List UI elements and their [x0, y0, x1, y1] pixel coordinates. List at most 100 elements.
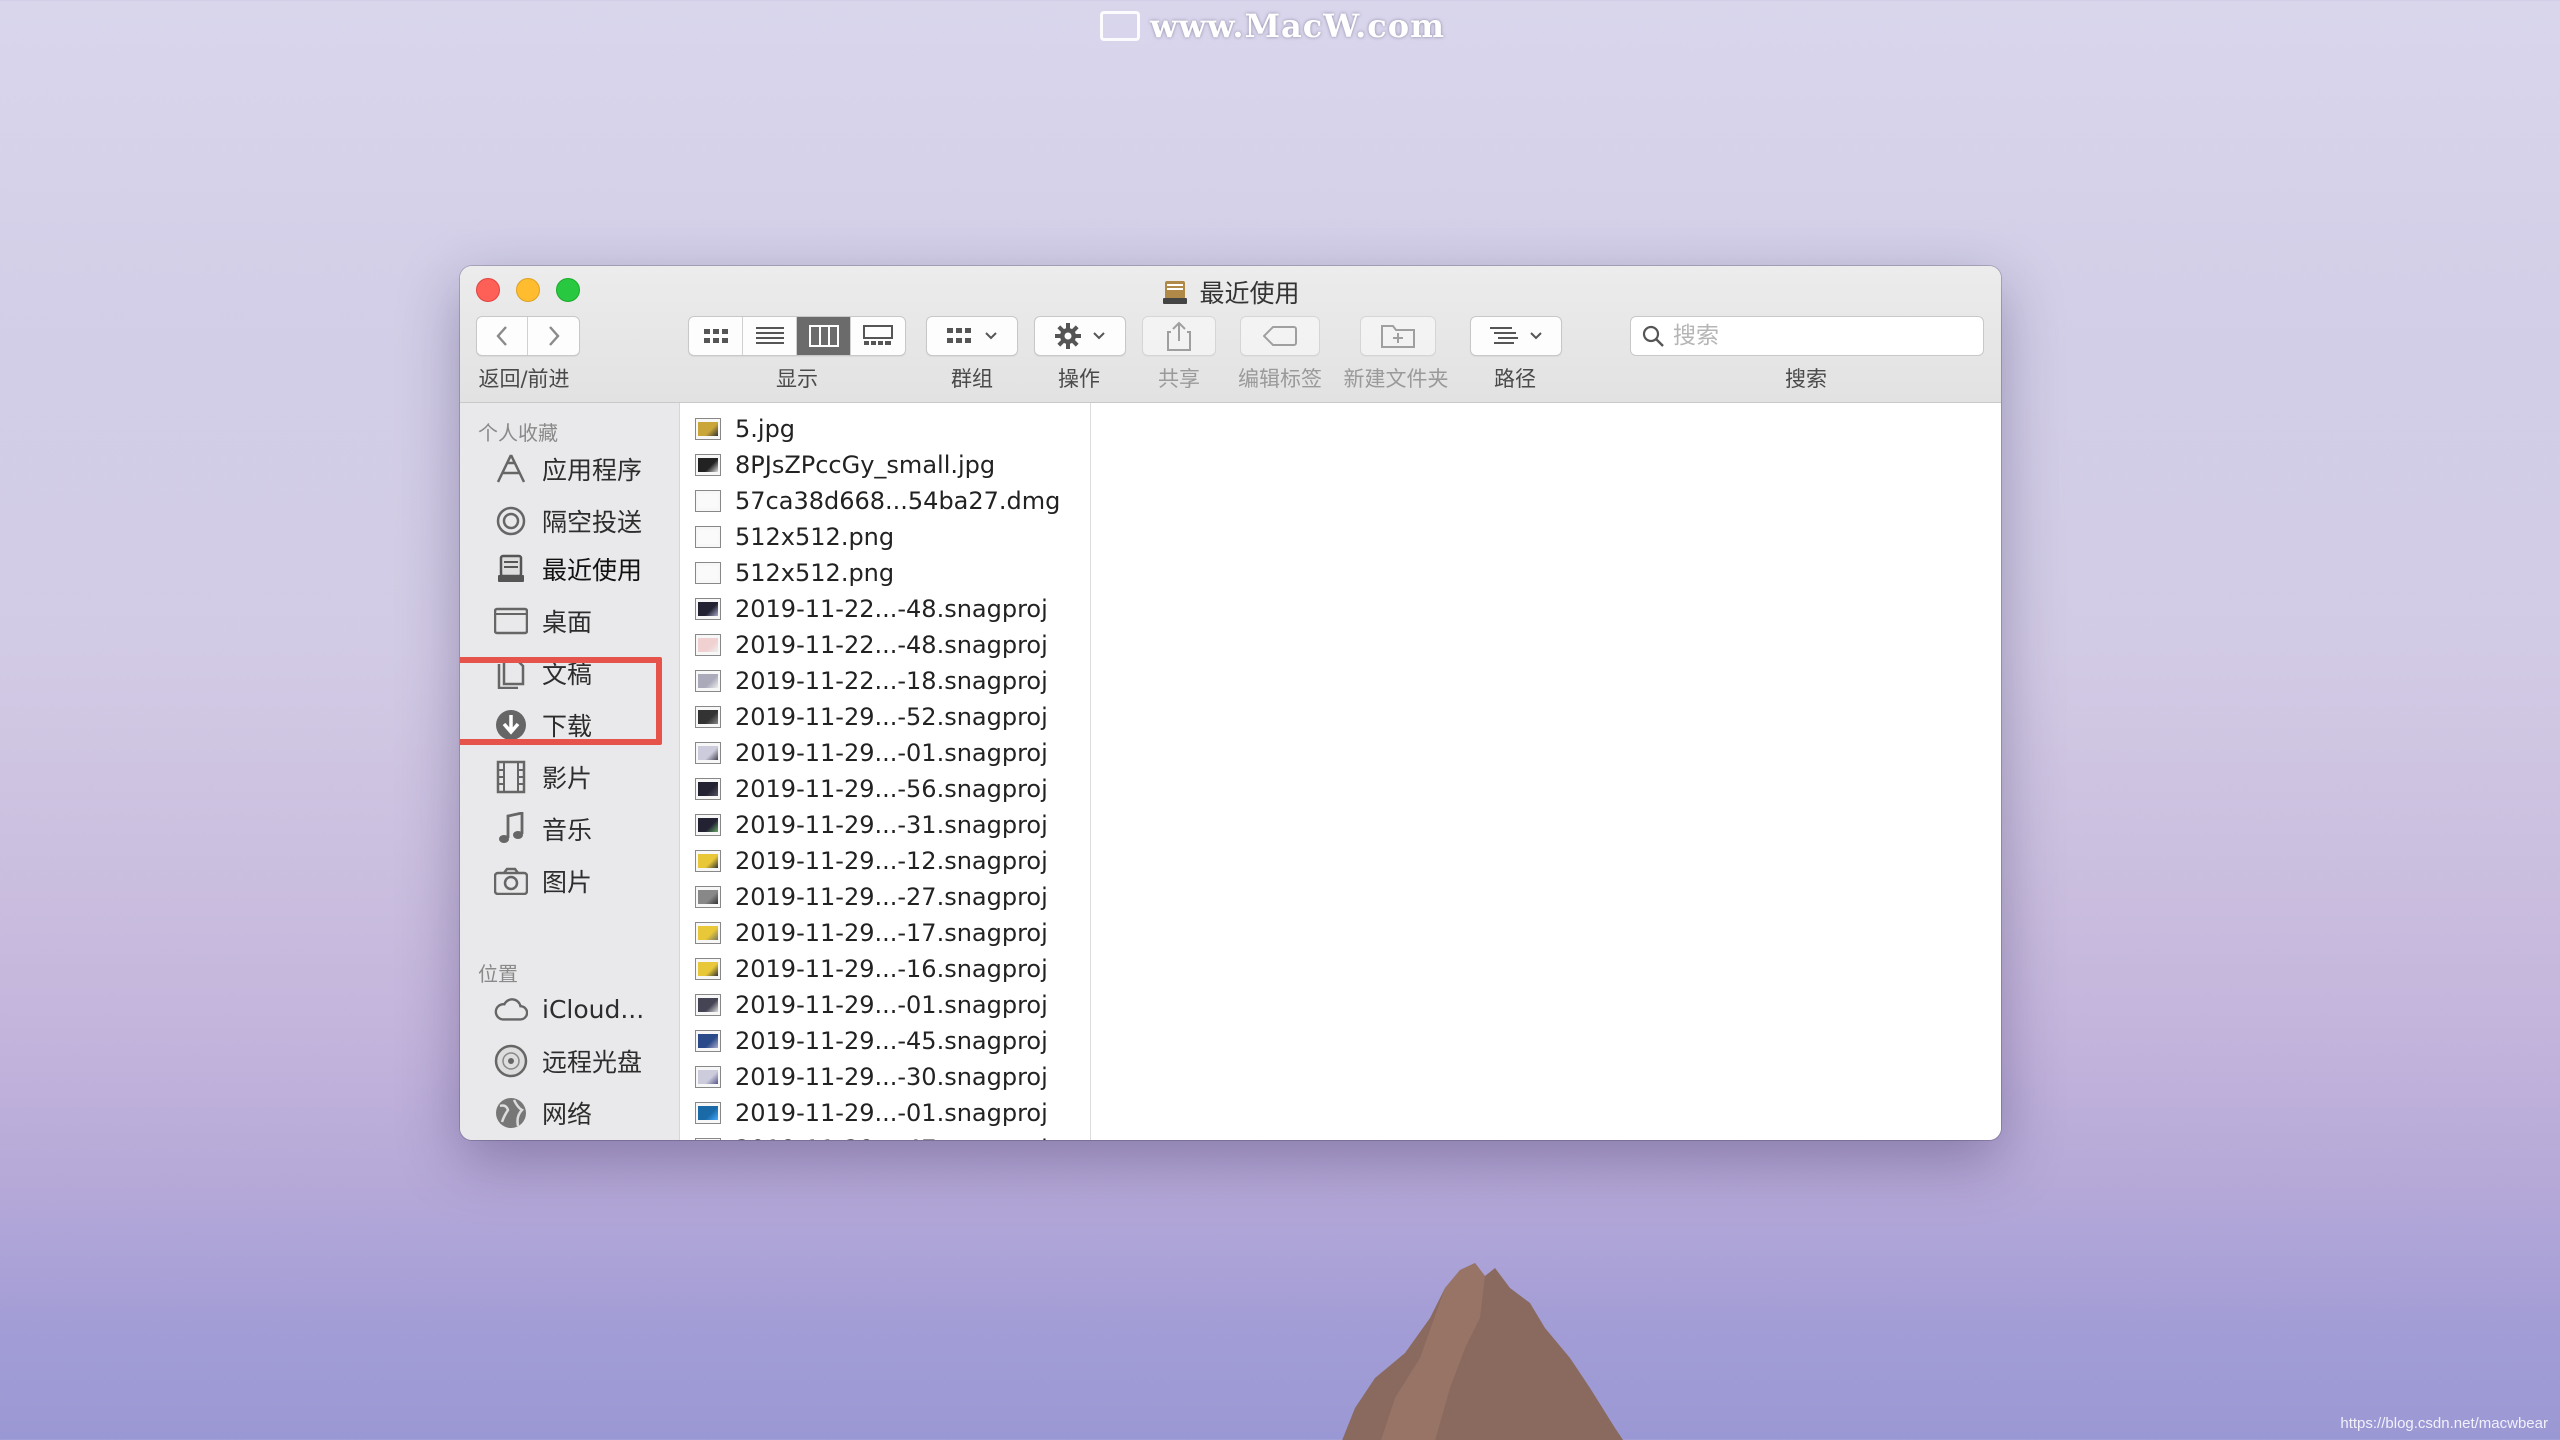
group-button[interactable] [926, 316, 1018, 356]
new-folder-label: 新建文件夹 [1343, 367, 1449, 391]
sidebar-item-airdrop[interactable]: 隔空投送 [494, 499, 642, 543]
share-icon [1167, 321, 1191, 351]
sidebar-item-label: 下载 [542, 712, 593, 741]
new-folder-button[interactable] [1360, 316, 1436, 356]
file-row[interactable]: 2019-11-22...-48.snagproj [681, 627, 1090, 663]
toolbar: 最近使用 返回/前进 显示 群组 操作 共享 编辑标签 新建文件夹 路径 搜索 … [460, 266, 2001, 403]
file-row[interactable]: 5.jpg [681, 411, 1090, 447]
file-name: 512x512.png [735, 523, 895, 551]
sidebar-item-desktop[interactable]: 桌面 [494, 599, 592, 643]
sidebar-item-downloads[interactable]: 下载 [494, 703, 592, 747]
sidebar-item-movies[interactable]: 影片 [494, 755, 592, 799]
sidebar-item-remote-disc[interactable]: 远程光盘 [494, 1039, 642, 1083]
file-thumbnail-icon [695, 742, 721, 764]
file-thumbnail-icon [695, 814, 721, 836]
action-button[interactable] [1034, 316, 1126, 356]
view-columns-button[interactable] [797, 317, 851, 355]
file-name: 5.jpg [735, 415, 796, 443]
sidebar-item-network[interactable]: 网络 [494, 1091, 592, 1135]
file-row[interactable]: 2019-11-29...-16.snagproj [681, 951, 1090, 987]
view-icons-button[interactable] [689, 317, 743, 355]
file-row[interactable]: 2019-11-29...-01.snagproj [681, 735, 1090, 771]
share-button[interactable] [1142, 316, 1216, 356]
file-thumbnail-icon [695, 526, 721, 548]
cloud-icon [494, 998, 528, 1021]
sidebar: 个人收藏 应用程序 隔空投送 最近使用 桌面 文稿 下载 影片 音乐 图片 位置… [460, 403, 680, 1140]
file-row[interactable]: 2019-11-29...-47.snagproj [681, 1131, 1090, 1140]
view-mode-control [688, 316, 906, 356]
sidebar-item-music[interactable]: 音乐 [494, 807, 592, 851]
file-row[interactable]: 2019-11-29...-45.snagproj [681, 1023, 1090, 1059]
sidebar-item-label: 音乐 [542, 816, 593, 845]
file-row[interactable]: 2019-11-22...-48.snagproj [681, 591, 1090, 627]
back-button[interactable] [477, 317, 529, 355]
file-thumbnail-icon [695, 706, 721, 728]
file-row[interactable]: 512x512.png [681, 519, 1090, 555]
watermark-logo-icon [1100, 11, 1140, 41]
file-thumbnail-icon [695, 778, 721, 800]
preview-column [1092, 403, 2001, 1140]
documents-icon [497, 657, 525, 689]
chevron-right-icon [548, 326, 560, 346]
file-row[interactable]: 2019-11-29...-12.snagproj [681, 843, 1090, 879]
group-label: 群组 [951, 367, 993, 391]
sidebar-item-label: 影片 [542, 764, 593, 793]
search-label: 搜索 [1785, 367, 1827, 391]
file-name: 2019-11-29...-01.snagproj [735, 739, 1048, 767]
file-row[interactable]: 57ca38d668...54ba27.dmg [681, 483, 1090, 519]
file-name: 2019-11-22...-48.snagproj [735, 595, 1048, 623]
file-row[interactable]: 2019-11-29...-31.snagproj [681, 807, 1090, 843]
chevron-down-icon [1530, 332, 1542, 340]
file-row[interactable]: 2019-11-29...-27.snagproj [681, 879, 1090, 915]
search-input[interactable] [1673, 323, 1953, 349]
favorites-header: 个人收藏 [478, 421, 558, 445]
sidebar-item-icloud[interactable]: iCloud... [494, 987, 644, 1031]
file-row[interactable]: 2019-11-29...-56.snagproj [681, 771, 1090, 807]
sidebar-item-label: 隔空投送 [542, 508, 643, 537]
apps-icon [496, 454, 526, 483]
sidebar-item-label: 最近使用 [542, 556, 643, 585]
share-label: 共享 [1158, 367, 1200, 391]
file-row[interactable]: 2019-11-22...-18.snagproj [681, 663, 1090, 699]
sidebar-item-label: 网络 [542, 1100, 593, 1129]
file-name: 2019-11-29...-17.snagproj [735, 919, 1048, 947]
file-thumbnail-icon [695, 994, 721, 1016]
file-thumbnail-icon [695, 1138, 721, 1140]
airdrop-icon [496, 506, 526, 536]
sidebar-item-documents[interactable]: 文稿 [494, 651, 592, 695]
sidebar-item-applications[interactable]: 应用程序 [494, 447, 642, 491]
sidebar-item-recents[interactable]: 最近使用 [494, 547, 642, 591]
path-button[interactable] [1470, 316, 1562, 356]
file-name: 2019-11-29...-52.snagproj [735, 703, 1048, 731]
file-row[interactable]: 2019-11-29...-30.snagproj [681, 1059, 1090, 1095]
file-row[interactable]: 2019-11-29...-17.snagproj [681, 915, 1090, 951]
sidebar-item-pictures[interactable]: 图片 [494, 859, 592, 903]
file-name: 2019-11-29...-12.snagproj [735, 847, 1048, 875]
forward-button[interactable] [528, 317, 579, 355]
view-list-button[interactable] [743, 317, 797, 355]
edit-tags-button[interactable] [1240, 316, 1320, 356]
list-view-icon [755, 327, 784, 344]
recents-icon [1163, 281, 1188, 304]
file-row[interactable]: 2019-11-29...-01.snagproj [681, 1095, 1090, 1131]
view-gallery-button[interactable] [851, 317, 905, 355]
file-name: 2019-11-22...-18.snagproj [735, 667, 1048, 695]
file-row[interactable]: 2019-11-29...-01.snagproj [681, 987, 1090, 1023]
globe-icon [496, 1098, 526, 1128]
file-row[interactable]: 2019-11-29...-52.snagproj [681, 699, 1090, 735]
file-name: 2019-11-29...-27.snagproj [735, 883, 1048, 911]
new-folder-icon [1381, 325, 1415, 348]
file-thumbnail-icon [695, 490, 721, 512]
file-row[interactable]: 8PJsZPccGy_small.jpg [681, 447, 1090, 483]
file-thumbnail-icon [695, 598, 721, 620]
file-thumbnail-icon [695, 1066, 721, 1088]
group-icon [947, 328, 971, 343]
file-row[interactable]: 512x512.png [681, 555, 1090, 591]
sidebar-item-label: 图片 [542, 868, 593, 897]
window-title: 最近使用 [460, 274, 2001, 310]
path-label: 路径 [1494, 367, 1536, 391]
sidebar-item-label: iCloud... [542, 994, 645, 1024]
file-name: 2019-11-29...-45.snagproj [735, 1027, 1048, 1055]
column-view-icon [808, 325, 839, 347]
sidebar-item-label: 远程光盘 [542, 1048, 643, 1077]
